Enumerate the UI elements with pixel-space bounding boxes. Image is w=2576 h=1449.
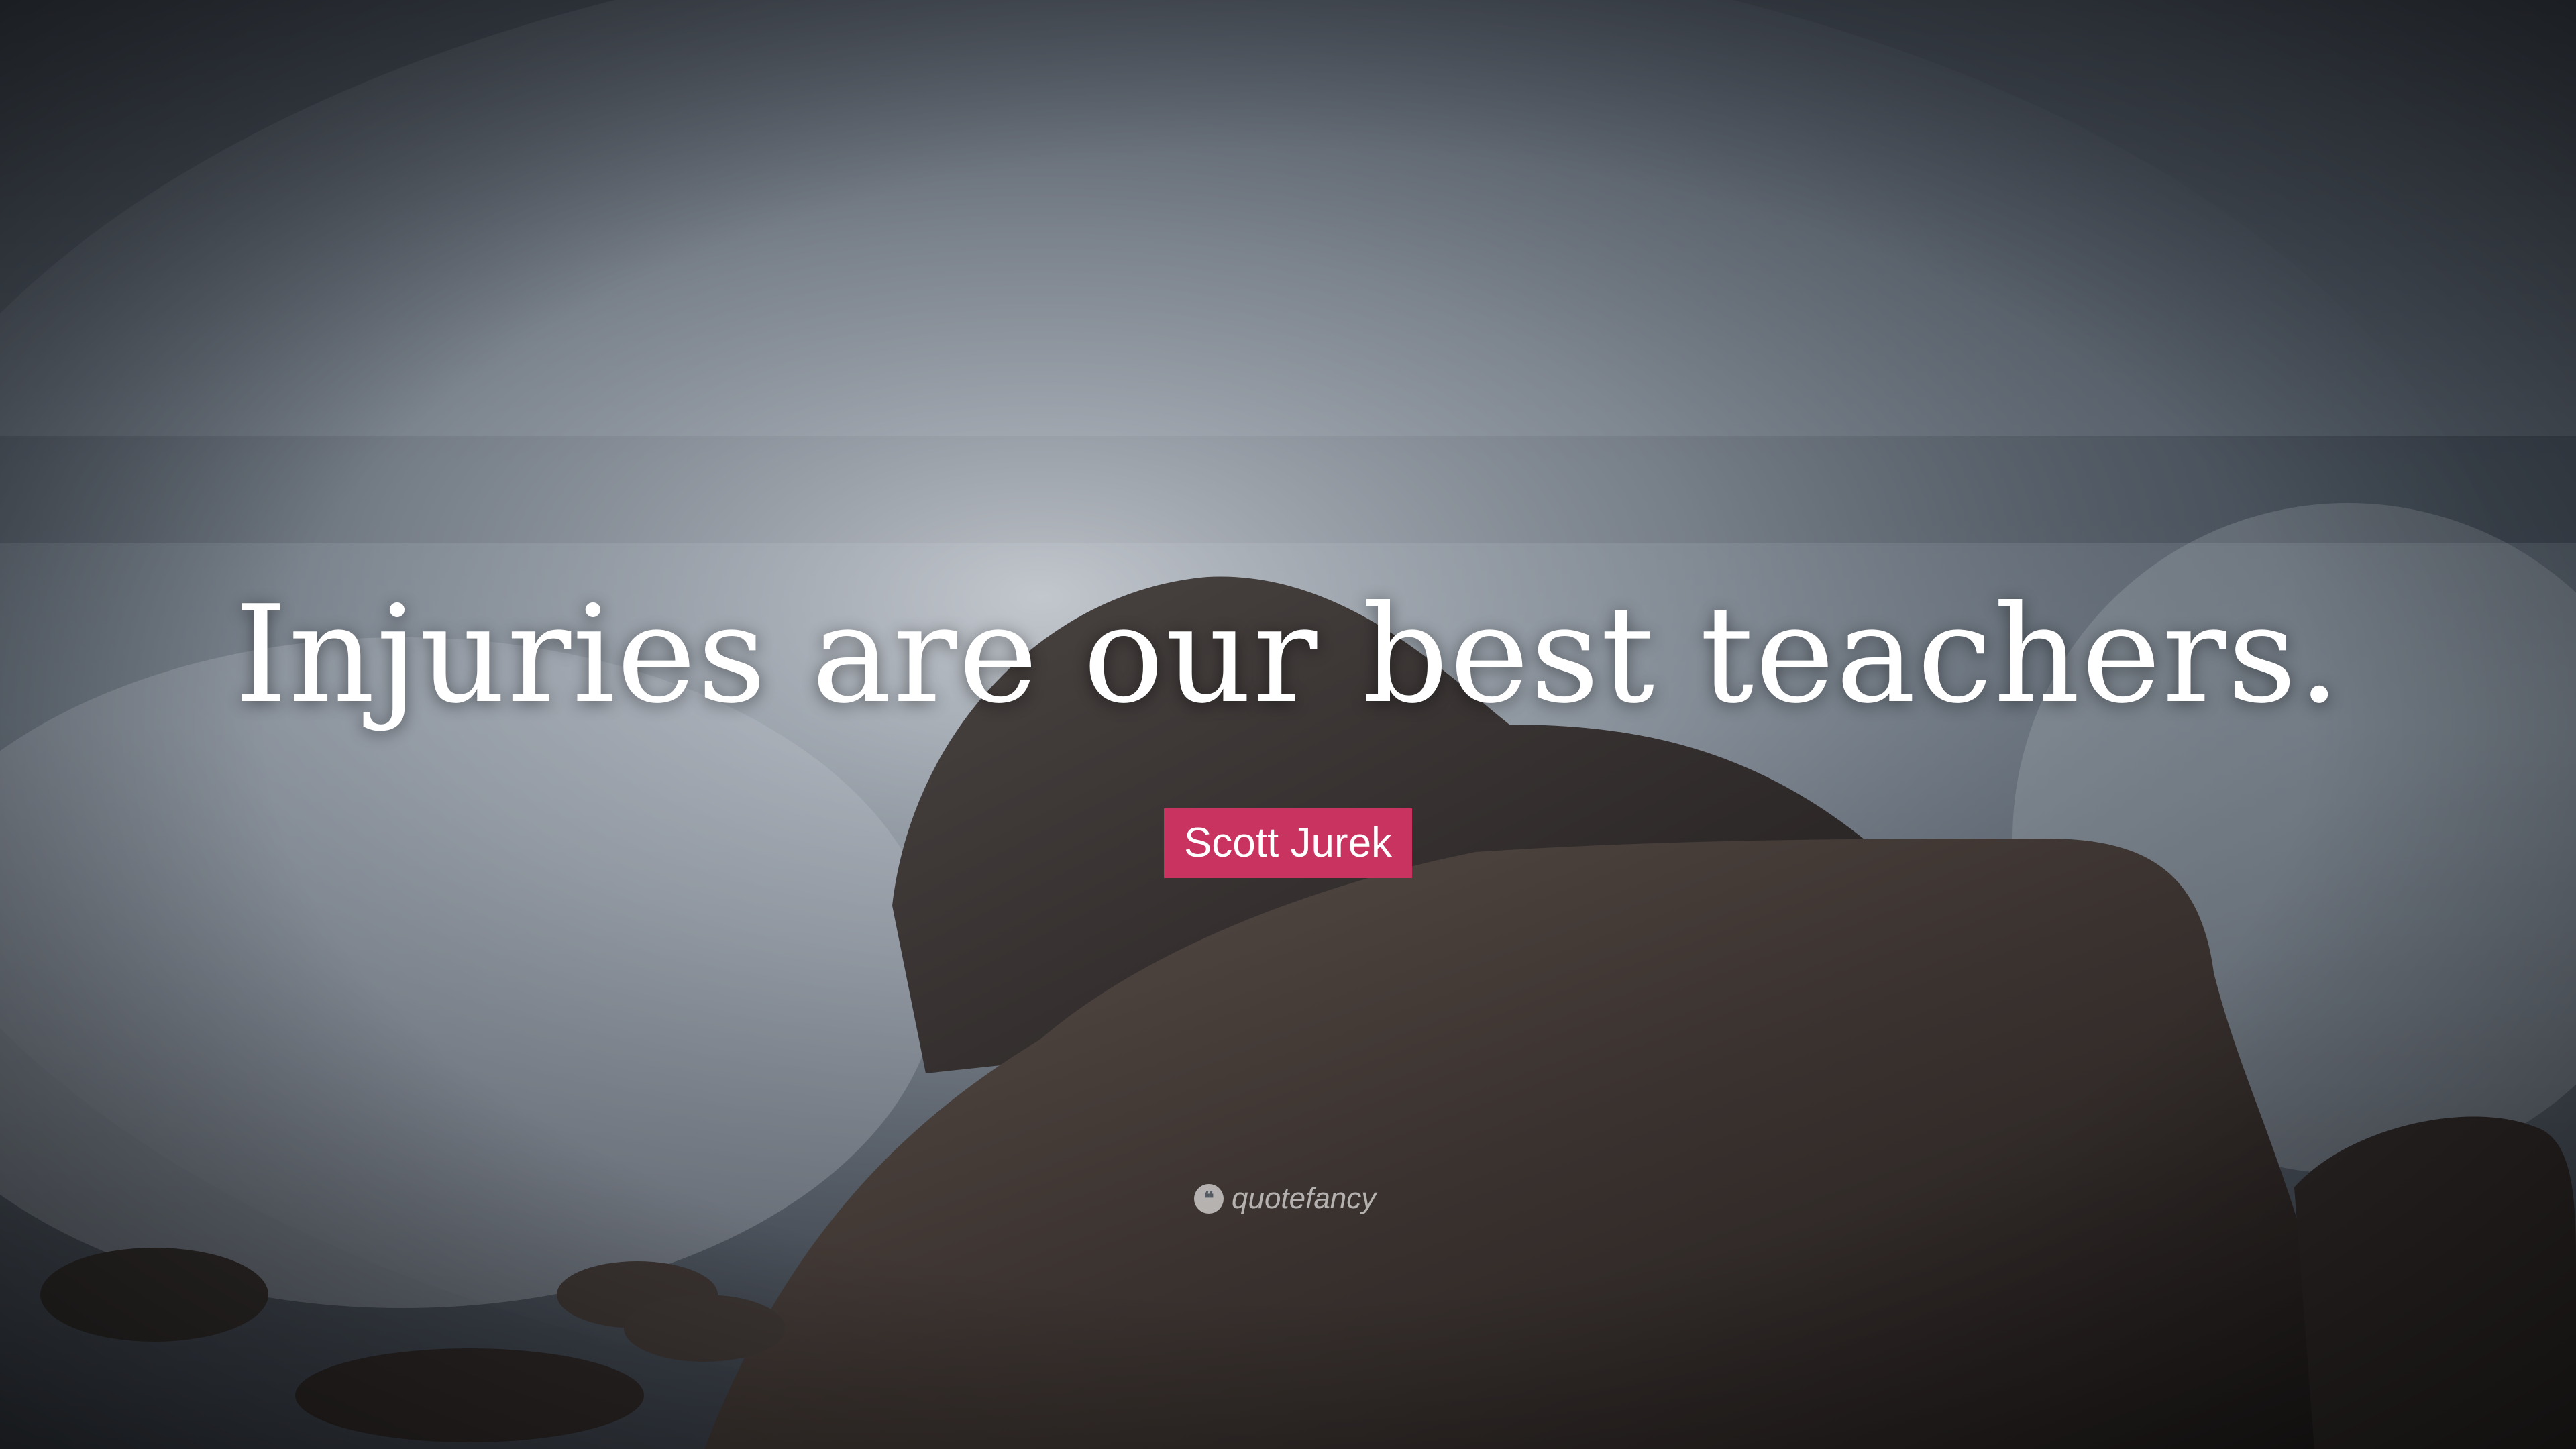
- quote-mark-icon: ❝: [1194, 1184, 1224, 1214]
- brand-watermark: ❝ quotefancy: [1194, 1182, 1376, 1216]
- author-badge: Scott Jurek: [1163, 808, 1413, 878]
- author-badge-wrap: Scott Jurek: [0, 808, 2576, 878]
- quote-text: Injuries are our best teachers.: [234, 577, 2342, 733]
- brand-name: quotefancy: [1232, 1182, 1377, 1215]
- author-name: Scott Jurek: [1183, 820, 1393, 866]
